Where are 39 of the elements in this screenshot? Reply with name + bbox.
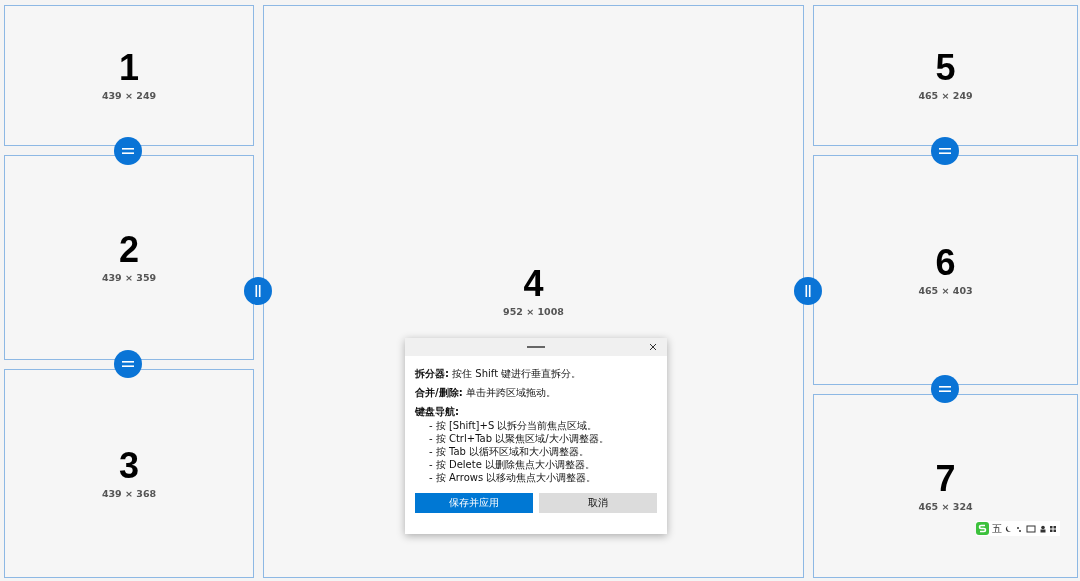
zone[interactable]: 3 439 × 368 (4, 369, 254, 578)
splitter-handle-icon[interactable] (114, 350, 142, 378)
zone-number: 1 (119, 50, 139, 86)
zone-size: 439 × 249 (101, 90, 157, 101)
zone[interactable]: 6 465 × 403 (813, 155, 1078, 385)
zone[interactable]: 1 439 × 249 (4, 5, 254, 146)
cancel-button[interactable]: 取消 (539, 493, 657, 513)
close-icon[interactable] (649, 343, 657, 351)
zone-number: 5 (935, 50, 956, 86)
save-button[interactable]: 保存并应用 (415, 493, 533, 513)
zone-size: 439 × 368 (101, 488, 157, 499)
help-item: - 按 Arrows 以移动焦点大小调整器。 (428, 471, 598, 484)
zone-number: 3 (119, 448, 139, 484)
help-text: 拆分器: 按住 Shift 键进行垂直拆分。 (415, 367, 583, 381)
zone-number: 7 (935, 460, 956, 497)
help-item: - 按 Tab 以循环区域和大小调整器。 (428, 445, 591, 458)
zone[interactable]: 5 465 × 249 (813, 5, 1078, 146)
zone-number: 4 (523, 266, 544, 302)
help-heading: 键盘导航: (415, 405, 460, 419)
splitter-handle-icon[interactable] (931, 375, 959, 403)
help-item: - 按 Ctrl+Tab 以聚焦区域/大小调整器。 (428, 432, 610, 445)
help-text: 合并/删除: 单击并跨区域拖动。 (415, 386, 557, 400)
splitter-handle-icon[interactable] (114, 137, 142, 165)
ime-mode[interactable]: 五 (992, 521, 1002, 536)
help-item: - 按 Delete 以删除焦点大小调整器。 (428, 458, 596, 471)
zone-number: 2 (119, 232, 139, 268)
splitter-handle-icon[interactable] (794, 277, 822, 305)
zone-size: 465 × 324 (918, 500, 973, 512)
splitter-handle-icon[interactable] (931, 137, 959, 165)
zone-number: 6 (935, 244, 956, 281)
ime-tools-icon[interactable] (1005, 524, 1057, 533)
zone-size: 952 × 1008 (503, 306, 564, 317)
zone-size: 465 × 249 (918, 90, 973, 101)
zone[interactable]: 2 439 × 359 (4, 155, 254, 360)
ime-logo-icon[interactable] (976, 522, 989, 535)
zone-size: 439 × 359 (101, 272, 157, 283)
help-item: - 按 [Shift]+S 以拆分当前焦点区域。 (428, 419, 599, 432)
splitter-handle-icon[interactable] (244, 277, 272, 305)
zone-size: 465 × 403 (918, 284, 973, 296)
